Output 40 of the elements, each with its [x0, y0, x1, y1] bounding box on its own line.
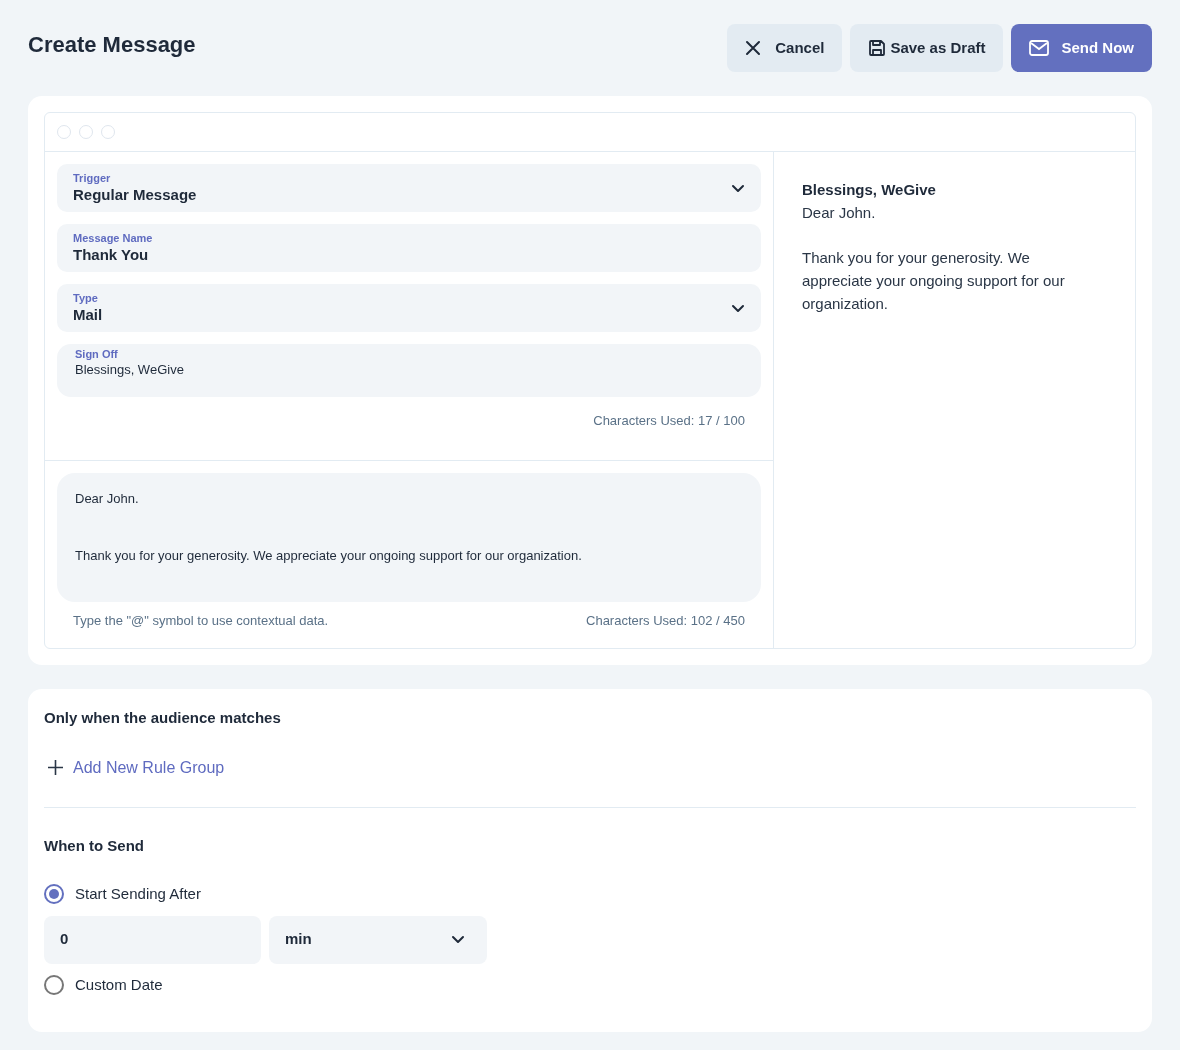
radio-option[interactable]: Custom Date [44, 973, 1136, 996]
cancel-button[interactable]: Cancel [727, 24, 843, 72]
plus-icon [48, 760, 63, 775]
select-field[interactable]: Type Mail [57, 284, 761, 332]
character-counter: Characters Used: 17 / 100 [593, 412, 745, 430]
close-icon [745, 40, 762, 56]
field-label: Type [73, 291, 99, 305]
section-title: Only when the audience matches [44, 708, 282, 728]
chevron-down-icon [731, 303, 745, 313]
delay-amount-field[interactable]: 0 [44, 915, 261, 964]
body-text: Thank you for your generosity. We appreciate your ongoing support for our organization. [75, 546, 583, 564]
add-rule-group-link[interactable]: Add New Rule Group [48, 755, 225, 780]
character-counter: Characters Used: 102 / 450 [586, 611, 745, 630]
chevron-down-icon [731, 183, 745, 193]
field-value: Mail [73, 305, 103, 325]
radio-button[interactable] [44, 884, 64, 905]
radio-option[interactable]: Start Sending After [44, 883, 1136, 906]
page-title: Create Message [28, 31, 196, 59]
preview-sign-off: Blessings, WeGive [802, 180, 937, 200]
section-title: When to Send [44, 835, 145, 856]
envelope-icon [1029, 40, 1050, 56]
field-label: Sign Off [75, 347, 119, 361]
message-body-field[interactable]: Dear John. Thank you for your generosity. We appreciate your ongoing support for our organization. [57, 472, 761, 602]
select-field[interactable]: Trigger Regular Message [57, 164, 761, 212]
field-label: Trigger [73, 171, 112, 185]
field-value: Regular Message [73, 185, 197, 205]
preview-text: Thank you for your generosity. We appreciate your ongoing support for our organization. [802, 248, 1066, 314]
delay-unit-select[interactable]: min [269, 915, 487, 964]
preview-text: Dear John. [802, 203, 877, 223]
chevron-down-icon [451, 935, 465, 944]
body-text: Dear John. [75, 489, 140, 507]
send-button[interactable]: Send Now [1011, 24, 1152, 72]
hint-text: Type the "@" symbol to use contextual data. [73, 611, 329, 630]
input-field[interactable]: Message Name Thank You [57, 224, 761, 272]
field-value: Thank You [73, 245, 150, 265]
field-label: Message Name [73, 231, 153, 245]
radio-button[interactable] [44, 974, 64, 995]
draft-button[interactable]: Save as Draft [850, 24, 1004, 72]
sign-off-field[interactable]: Sign Off Blessings, WeGive [57, 344, 761, 397]
field-value: Blessings, WeGive [75, 361, 185, 379]
